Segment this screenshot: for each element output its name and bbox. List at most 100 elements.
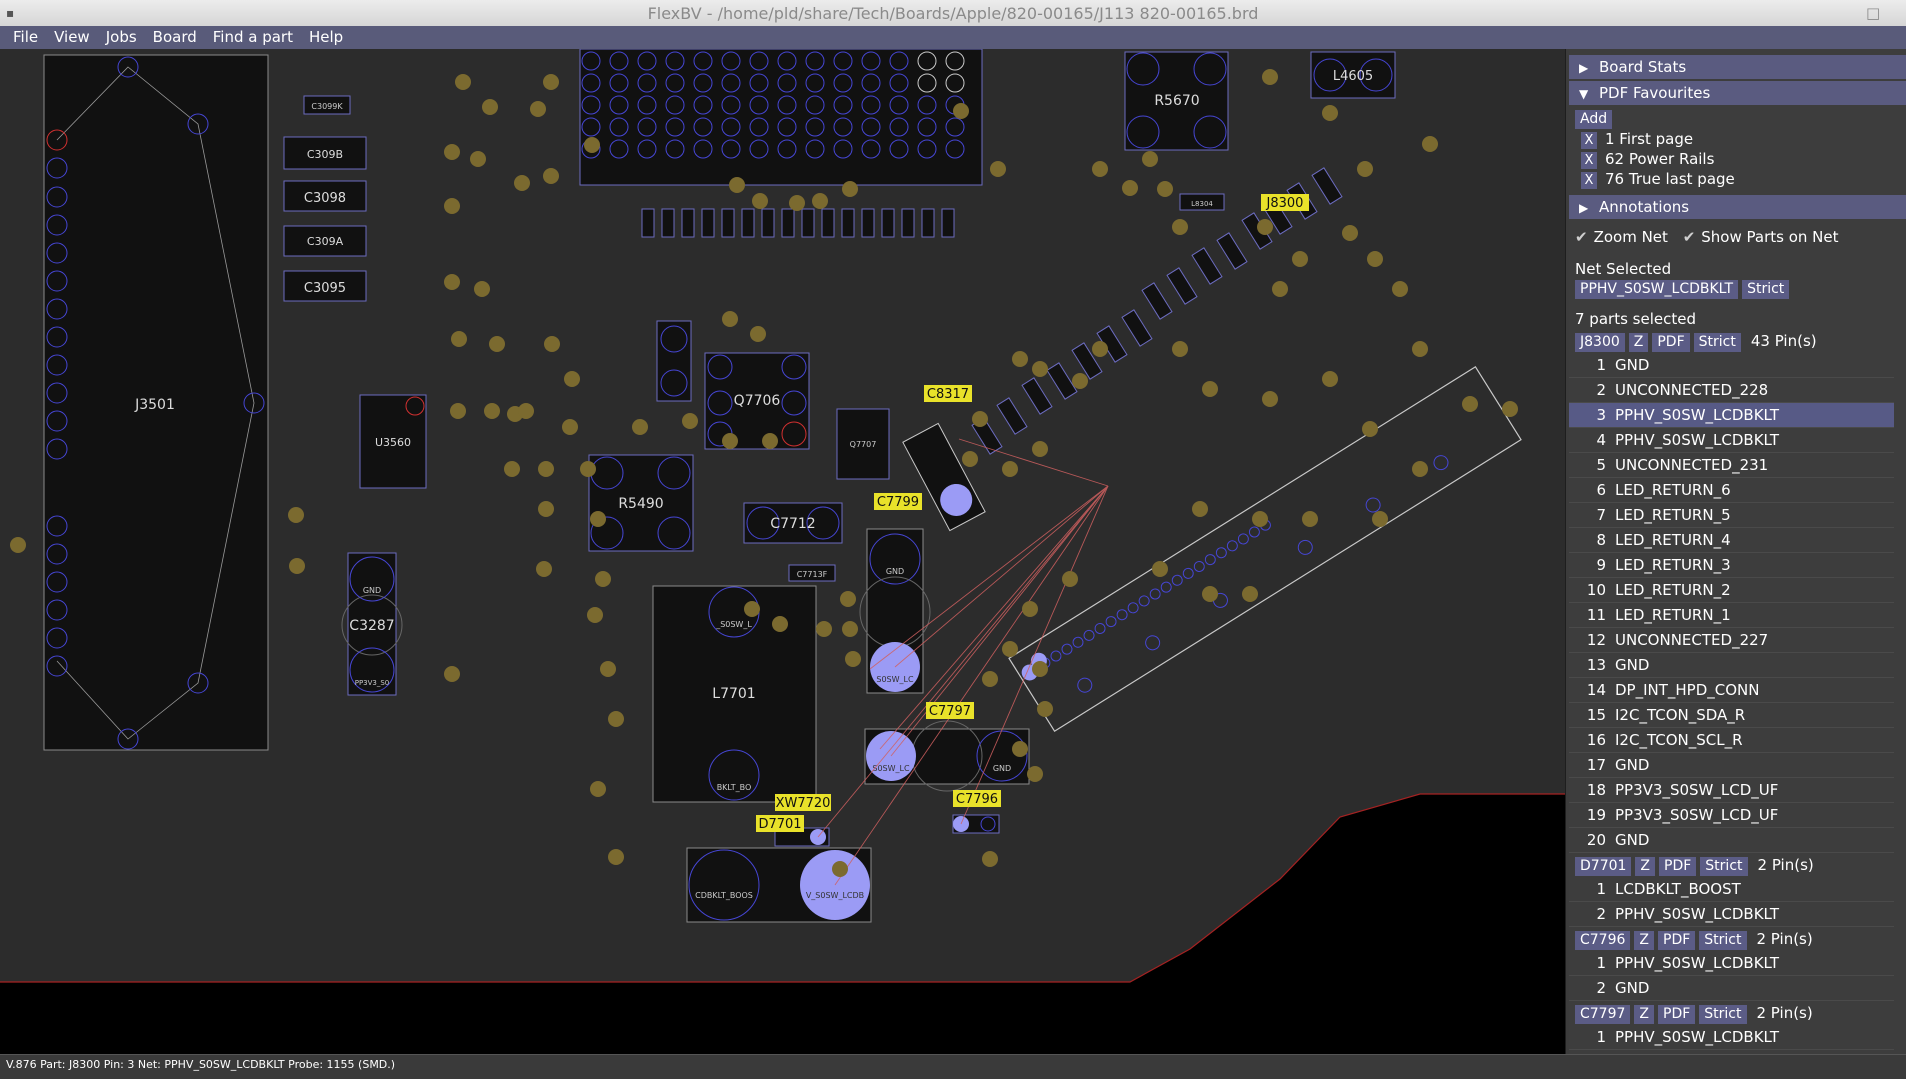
small-cap[interactable]: [801, 208, 815, 238]
part-l8304[interactable]: L8304: [1179, 193, 1225, 211]
part-c309b[interactable]: C309B: [283, 136, 367, 170]
net-strict-button[interactable]: Strict: [1742, 280, 1790, 299]
pin-row[interactable]: 11 LED_RETURN_1: [1569, 603, 1894, 628]
small-cap[interactable]: [921, 208, 935, 238]
remove-favourite-button[interactable]: X: [1581, 132, 1597, 149]
part-c7797[interactable]: S0SW_LC GND: [864, 720, 1030, 792]
net-name-button[interactable]: PPHV_S0SW_LCDBKLT: [1575, 280, 1739, 299]
section-board-stats[interactable]: ▶ Board Stats: [1569, 55, 1906, 79]
pin-row[interactable]: 5 UNCONNECTED_231: [1569, 453, 1894, 478]
part-c7713f[interactable]: C7713F: [788, 564, 836, 582]
part-r5670[interactable]: R5670: [1124, 51, 1229, 151]
pin-row[interactable]: 13 GND: [1569, 653, 1894, 678]
small-cap[interactable]: [661, 208, 675, 238]
pin-row[interactable]: 20 GND: [1569, 828, 1894, 853]
part-name-button[interactable]: D7701: [1575, 857, 1632, 876]
pdf-part-button[interactable]: PDF: [1658, 931, 1696, 950]
pin-row[interactable]: 12 UNCONNECTED_227: [1569, 628, 1894, 653]
menu-view[interactable]: View: [46, 26, 98, 49]
pdf-part-button[interactable]: PDF: [1652, 333, 1690, 352]
zoom-part-button[interactable]: Z: [1635, 857, 1656, 876]
small-cap[interactable]: [701, 208, 715, 238]
small-cap[interactable]: [741, 208, 755, 238]
part-l4605[interactable]: L4605: [1310, 51, 1396, 99]
favourite-item[interactable]: X 76 True last page: [1569, 169, 1906, 189]
part-j3501[interactable]: J3501: [43, 54, 269, 751]
part-bga-top[interactable]: [579, 49, 983, 186]
strict-part-button[interactable]: Strict: [1699, 1005, 1747, 1024]
pin-row[interactable]: 1 PPHV_S0SW_LCDBKLT: [1569, 951, 1894, 976]
pin-row[interactable]: 15 I2C_TCON_SDA_R: [1569, 703, 1894, 728]
pin-row[interactable]: 2 UNCONNECTED_228: [1569, 378, 1894, 403]
small-cap[interactable]: [941, 208, 955, 238]
small-cap[interactable]: [681, 208, 695, 238]
small-cap[interactable]: [861, 208, 875, 238]
pin-row[interactable]: 2 GND: [1569, 976, 1894, 1001]
part-q7707[interactable]: Q7707: [836, 408, 890, 480]
part-d7701[interactable]: CDBKLT_BOOS V_S0SW_LCDB: [686, 847, 872, 923]
favourite-item[interactable]: X1 First page: [1569, 129, 1906, 149]
pin-row[interactable]: 8 LED_RETURN_4: [1569, 528, 1894, 553]
part-small-2-1[interactable]: [656, 320, 692, 402]
menu-find-a-part[interactable]: Find a part: [205, 26, 301, 49]
remove-favourite-button[interactable]: X: [1581, 172, 1597, 189]
menu-file[interactable]: File: [5, 26, 46, 49]
part-name-button[interactable]: J8300: [1575, 333, 1625, 352]
small-cap[interactable]: [781, 208, 795, 238]
small-cap[interactable]: [641, 208, 655, 238]
pin-row[interactable]: 1 LCDBKLT_BOOST: [1569, 877, 1894, 902]
section-annotations[interactable]: ▶ Annotations: [1569, 195, 1906, 219]
zoom-part-button[interactable]: Z: [1634, 931, 1654, 950]
small-cap[interactable]: [821, 208, 835, 238]
zoom-part-button[interactable]: Z: [1634, 1005, 1654, 1024]
pin-row[interactable]: 18 PP3V3_S0SW_LCD_UF: [1569, 778, 1894, 803]
favourite-item[interactable]: X 62 Power Rails: [1569, 149, 1906, 169]
section-pdf-favourites[interactable]: ▼ PDF Favourites: [1569, 81, 1906, 105]
part-c3287[interactable]: C3287 GND PP3V3_S0: [341, 552, 403, 696]
pdf-part-button[interactable]: PDF: [1659, 857, 1697, 876]
part-c3095[interactable]: C3095: [283, 270, 367, 302]
small-cap[interactable]: [881, 208, 895, 238]
small-cap[interactable]: [761, 208, 775, 238]
pin-row[interactable]: 9 LED_RETURN_3: [1569, 553, 1894, 578]
part-q7706[interactable]: Q7706: [704, 352, 810, 450]
pin-row[interactable]: 4 PPHV_S0SW_LCDBKLT: [1569, 428, 1894, 453]
add-favourite-button[interactable]: Add: [1575, 110, 1613, 129]
menu-jobs[interactable]: Jobs: [98, 26, 145, 49]
pin-row[interactable]: 14 DP_INT_HPD_CONN: [1569, 678, 1894, 703]
part-c3099k[interactable]: C3099K: [303, 95, 351, 115]
window-close-icon[interactable]: □: [1866, 4, 1880, 22]
pin-row[interactable]: 19 PP3V3_S0SW_LCD_UF: [1569, 803, 1894, 828]
part-name-button[interactable]: C7797: [1575, 1005, 1631, 1024]
part-r5490[interactable]: R5490: [588, 454, 694, 552]
board-render[interactable]: J3501 C3099K C309B C3098 C309A C3095 U35…: [0, 49, 1565, 1054]
strict-part-button[interactable]: Strict: [1699, 931, 1747, 950]
remove-favourite-button[interactable]: X: [1581, 152, 1597, 169]
menu-help[interactable]: Help: [301, 26, 351, 49]
strict-part-button[interactable]: Strict: [1700, 857, 1748, 876]
zoom-net-checkbox[interactable]: ✔: [1575, 228, 1588, 246]
part-l7701[interactable]: L7701 _S0SW_L BKLT_BO: [652, 585, 817, 803]
small-cap[interactable]: [901, 208, 915, 238]
part-c3098[interactable]: C3098: [283, 180, 367, 212]
part-name-button[interactable]: C7796: [1575, 931, 1631, 950]
pin-row[interactable]: 10 LED_RETURN_2: [1569, 578, 1894, 603]
menu-board[interactable]: Board: [145, 26, 205, 49]
strict-part-button[interactable]: Strict: [1693, 333, 1741, 352]
pin-row[interactable]: 2 PPHV_S0SW_LCDBKLT: [1569, 902, 1894, 927]
small-cap[interactable]: [841, 208, 855, 238]
pin-row[interactable]: 6 LED_RETURN_6: [1569, 478, 1894, 503]
show-parts-on-net-checkbox[interactable]: ✔: [1683, 228, 1696, 246]
part-c7712[interactable]: C7712: [743, 502, 843, 544]
zoom-part-button[interactable]: Z: [1628, 333, 1649, 352]
pin-row[interactable]: 7 LED_RETURN_5: [1569, 503, 1894, 528]
pdf-part-button[interactable]: PDF: [1658, 1005, 1696, 1024]
board-view[interactable]: J3501 C3099K C309B C3098 C309A C3095 U35…: [0, 49, 1565, 1054]
pin-row[interactable]: 17 GND: [1569, 753, 1894, 778]
part-u3560[interactable]: U3560: [359, 394, 427, 489]
pin-row[interactable]: 1 PPHV_S0SW_LCDBKLT: [1569, 1025, 1894, 1050]
small-cap[interactable]: [721, 208, 735, 238]
pin-row[interactable]: 1 GND: [1569, 353, 1894, 378]
pin-row[interactable]: 3 PPHV_S0SW_LCDBKLT: [1569, 403, 1894, 428]
part-c309a[interactable]: C309A: [283, 225, 367, 257]
